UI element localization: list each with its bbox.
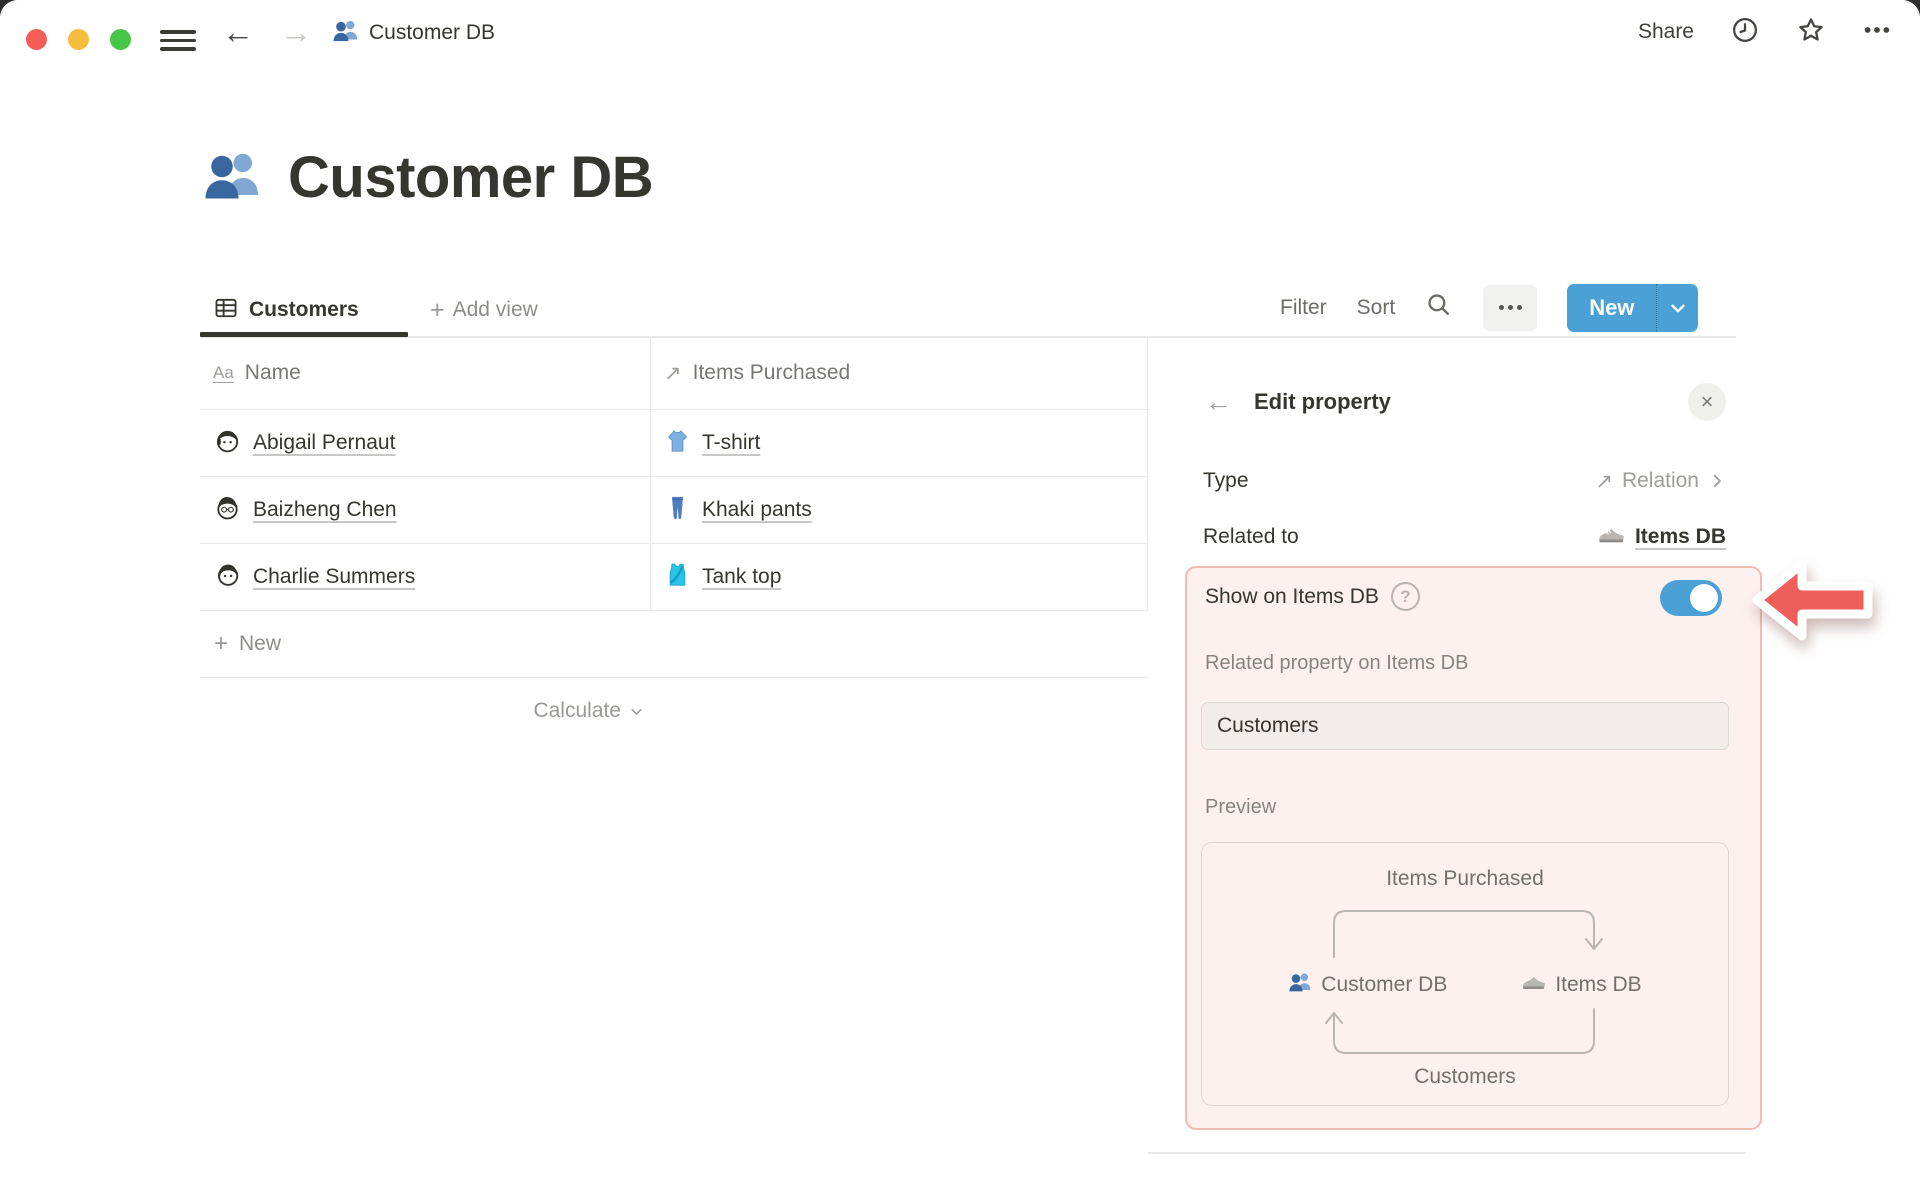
type-value: Relation [1621, 469, 1699, 492]
plus-icon: + [214, 630, 229, 657]
relation-preview-diagram: Items Purchased Customer DB Items DB Cus… [1201, 842, 1729, 1106]
related-property-input[interactable] [1201, 702, 1729, 750]
clock-history-icon[interactable] [1730, 15, 1760, 50]
people-icon [202, 145, 262, 210]
sneaker-icon [1597, 520, 1625, 554]
preview-left-db-label: Customer DB [1321, 972, 1448, 996]
chevron-down-icon [631, 708, 642, 715]
add-view-label: Add view [452, 298, 538, 321]
relation-cell[interactable]: Tank top [651, 544, 1148, 610]
panel-close-icon[interactable]: × [1688, 383, 1726, 421]
tank-top-icon [664, 561, 691, 594]
related-db-link[interactable]: Items DB [1635, 525, 1726, 549]
sort-button[interactable]: Sort [1357, 296, 1396, 320]
relation-link[interactable]: Khaki pants [702, 498, 812, 522]
app-window: ← → Customer DB Share Customer DB Custom… [0, 0, 1920, 1200]
record-link[interactable]: Baizheng Chen [253, 498, 397, 522]
star-favorite-icon[interactable] [1796, 15, 1826, 50]
show-on-items-db-toggle[interactable] [1660, 580, 1722, 616]
add-view-button[interactable]: + Add view [430, 288, 538, 332]
view-options-button[interactable] [1483, 284, 1538, 331]
breadcrumb[interactable]: Customer DB [332, 17, 495, 49]
forward-arrow-icon[interactable]: → [280, 12, 312, 52]
type-value-button[interactable]: ↗ Relation [1595, 469, 1726, 494]
new-row-button[interactable]: + New [200, 611, 1148, 678]
person-avatar-icon [213, 560, 242, 595]
related-property-label: Related property on Items DB [1205, 652, 1469, 674]
people-icon [1288, 970, 1312, 1000]
preview-bottom-relation-label: Customers [1414, 1065, 1516, 1088]
table-row: Charlie Summers Tank top [200, 544, 1148, 611]
relation-cell[interactable]: T-shirt [651, 410, 1148, 476]
relation-property-icon: ↗ [664, 361, 682, 385]
zoom-window-button[interactable] [110, 29, 131, 50]
record-link[interactable]: Charlie Summers [253, 565, 415, 589]
column-label: Items Purchased [692, 361, 851, 384]
filter-button[interactable]: Filter [1280, 296, 1327, 320]
panel-back-arrow-icon[interactable]: ← [1205, 387, 1232, 418]
chevron-right-icon [1713, 474, 1721, 488]
share-button[interactable]: Share [1638, 20, 1694, 44]
minimize-window-button[interactable] [68, 29, 89, 50]
sidebar-menu-icon[interactable] [160, 25, 196, 51]
customers-table: Aa Name ↗ Items Purchased Abigail Pernau… [200, 337, 1148, 744]
show-on-items-db-label: Show on Items DB [1205, 584, 1379, 608]
tab-customers-view[interactable]: Customers [200, 288, 373, 332]
help-icon[interactable]: ? [1390, 582, 1420, 611]
type-label: Type [1203, 469, 1249, 492]
person-avatar-icon [213, 493, 242, 528]
table-row: Baizheng Chen Khaki pants [200, 477, 1148, 544]
annotation-arrow-icon [1752, 559, 1873, 641]
jeans-icon [664, 494, 691, 527]
preview-right-db-label: Items DB [1555, 972, 1642, 996]
preview-customer-db-node: Customer DB [1288, 969, 1447, 1000]
page-title: Customer DB [288, 145, 654, 210]
related-to-label: Related to [1203, 525, 1299, 548]
chevron-down-icon[interactable] [1656, 283, 1698, 332]
property-type-row: Type ↗ Relation [1203, 461, 1726, 501]
table-view-icon [213, 295, 239, 326]
toggle-knob [1690, 584, 1718, 612]
sneaker-icon [1521, 969, 1546, 1000]
text-property-icon: Aa [213, 362, 234, 383]
table-row: Abigail Pernaut T-shirt [200, 410, 1148, 477]
show-on-items-db-row: Show on Items DB ? [1205, 582, 1705, 611]
relation-link[interactable]: T-shirt [702, 431, 760, 455]
window-titlebar: ← → Customer DB Share [0, 0, 1920, 64]
more-options-icon[interactable] [1862, 15, 1892, 50]
tshirt-icon [664, 427, 691, 460]
related-to-row: Related to Items DB [1203, 517, 1726, 557]
preview-items-db-node: Items DB [1521, 969, 1642, 1000]
show-on-db-highlight-section: Show on Items DB ? Related property on I… [1185, 566, 1762, 1130]
people-icon [332, 17, 359, 49]
name-cell[interactable]: Charlie Summers [200, 544, 651, 610]
calculate-label: Calculate [533, 699, 621, 722]
breadcrumb-title: Customer DB [369, 21, 496, 44]
new-button-label[interactable]: New [1567, 284, 1656, 332]
relation-arrow-icon: ↗ [1595, 469, 1613, 493]
record-link[interactable]: Abigail Pernaut [253, 431, 395, 455]
preview-label: Preview [1205, 796, 1277, 818]
search-icon[interactable] [1425, 291, 1453, 324]
relation-link[interactable]: Tank top [702, 565, 781, 589]
back-arrow-icon[interactable]: ← [222, 12, 254, 52]
person-avatar-icon [213, 426, 242, 461]
name-cell[interactable]: Baizheng Chen [200, 477, 651, 543]
panel-title: Edit property [1254, 389, 1391, 414]
new-record-button[interactable]: New [1567, 283, 1699, 332]
page-title-block: Customer DB [202, 144, 654, 211]
active-tab-underline [200, 332, 408, 337]
column-header-items-purchased[interactable]: ↗ Items Purchased [651, 337, 1148, 409]
tab-label: Customers [249, 298, 359, 321]
column-label: Name [244, 361, 301, 384]
related-to-value-button[interactable]: Items DB [1597, 520, 1726, 554]
relation-cell[interactable]: Khaki pants [651, 477, 1148, 543]
new-row-label: New [239, 632, 282, 655]
column-header-name[interactable]: Aa Name [200, 337, 651, 409]
panel-bottom-divider [1148, 1152, 1746, 1154]
plus-icon: + [430, 295, 445, 324]
name-cell[interactable]: Abigail Pernaut [200, 410, 651, 476]
calculate-button[interactable]: Calculate [200, 678, 651, 744]
close-window-button[interactable] [26, 29, 47, 50]
